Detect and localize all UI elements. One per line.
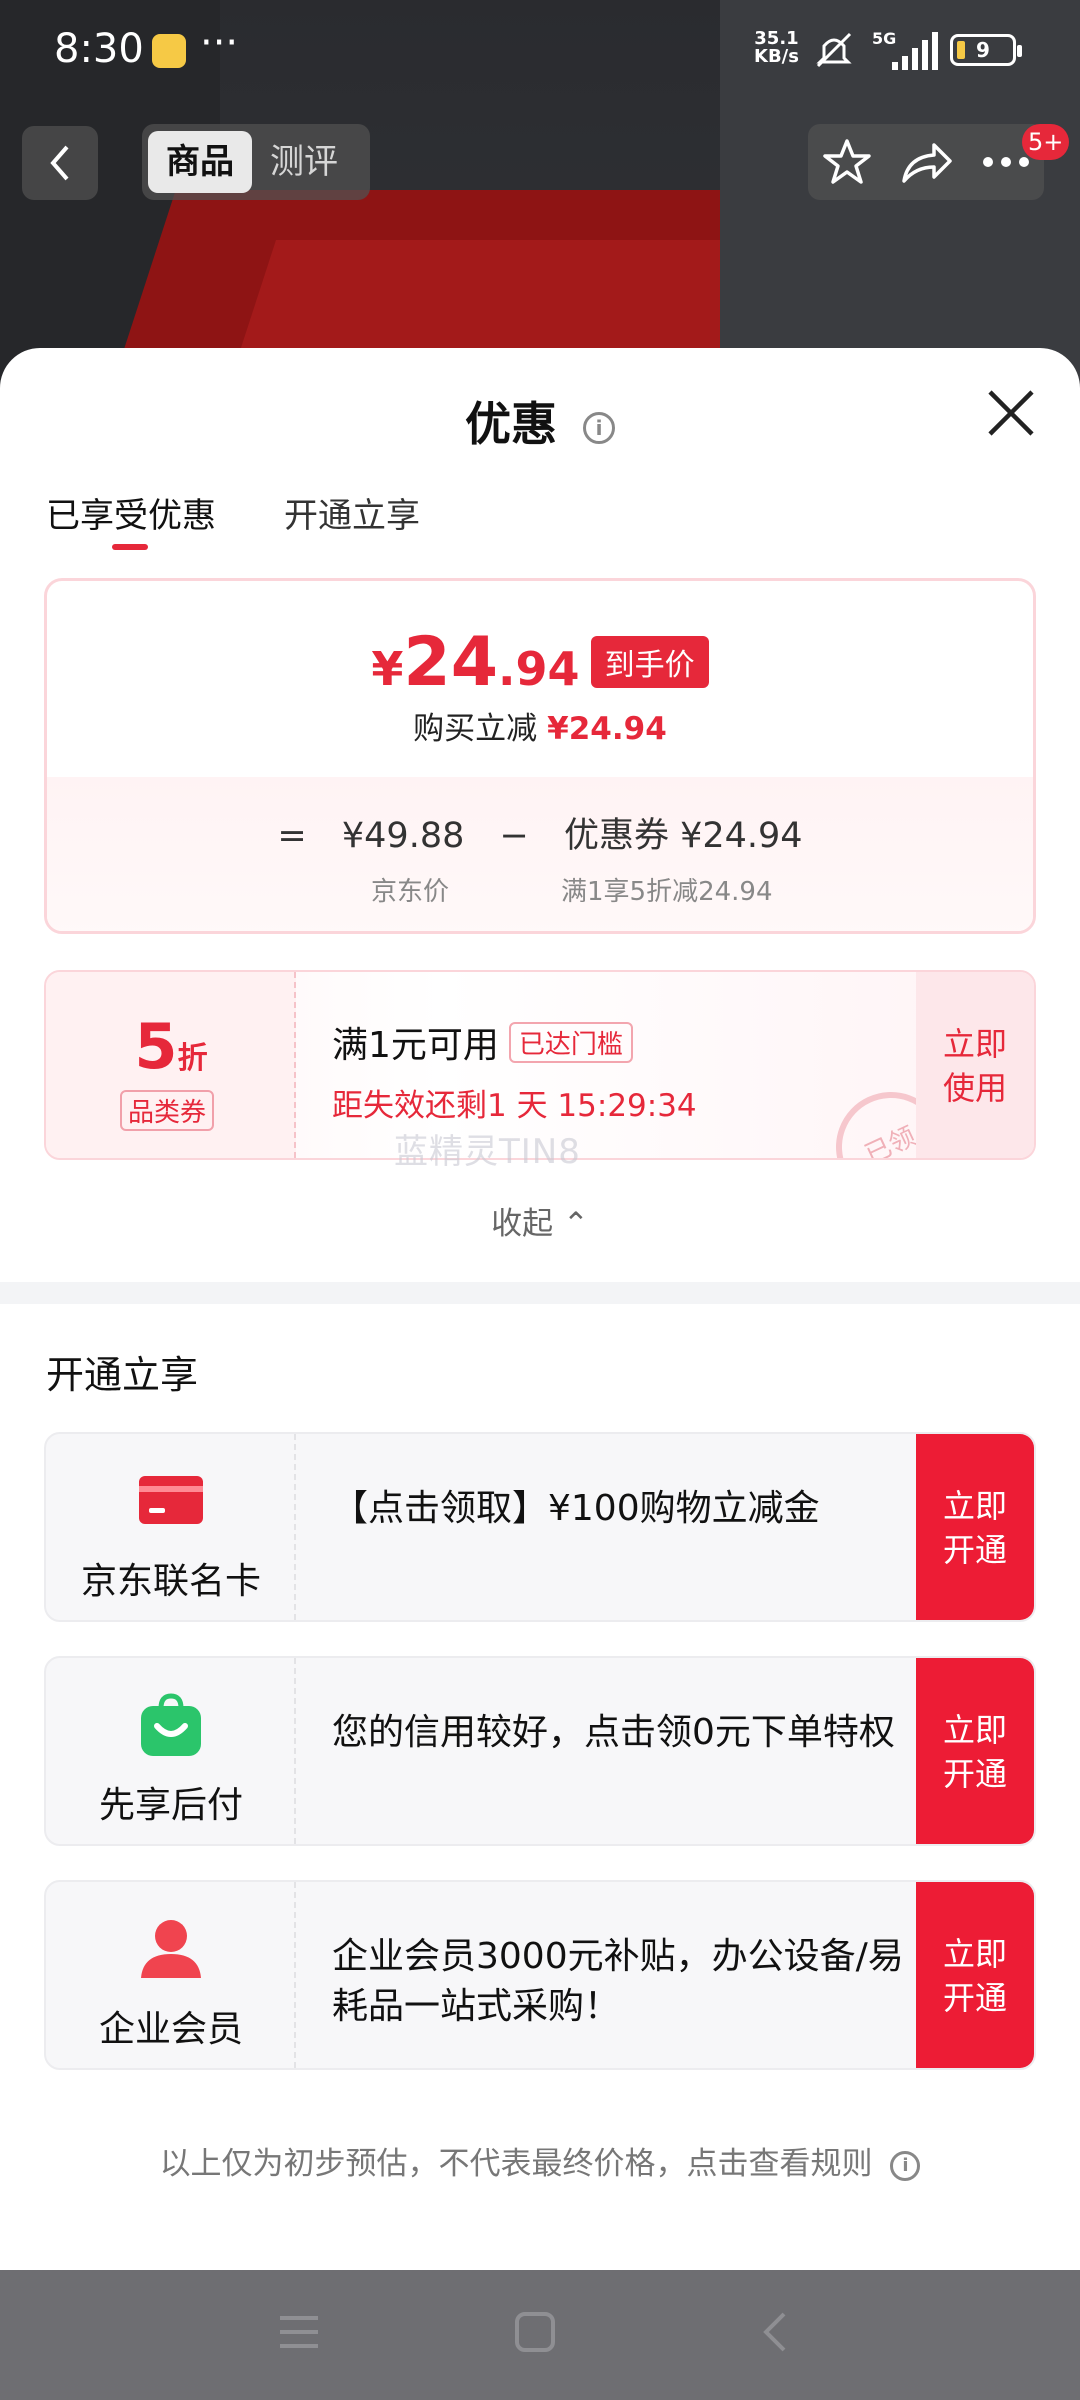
sheet-title-text: 优惠 — [464, 397, 557, 451]
chevron-left-icon — [50, 145, 69, 181]
user-icon — [141, 1920, 201, 1978]
offer-label: 企业会员 — [98, 2009, 243, 2050]
coupon-condition: 满1元可用 — [332, 1025, 499, 1066]
coupon-status-tag: 已达门槛 — [508, 1022, 633, 1063]
watermark: 蓝精灵TIN8 — [394, 1132, 581, 1172]
offer-left-panel: 先享后付 — [46, 1658, 296, 1844]
more-notifications-icon: ··· — [200, 20, 239, 66]
discount-tabs: 已享受优惠 开通立享 — [46, 488, 420, 550]
status-bar: 8:30 ··· 35.1 KB/s 5G 9 — [0, 0, 1080, 100]
price-breakdown-card: ¥24.94 到手价 购买立减 ¥24.94 = ¥49.88 − 优惠券 ¥24… — [44, 578, 1036, 934]
activate-button[interactable]: 立即 开通 — [916, 1658, 1034, 1844]
mute-icon — [816, 32, 852, 68]
sheet-title: 优惠 i — [0, 388, 1080, 454]
coupon-discount-value: 优惠券 ¥24.94 — [563, 816, 803, 856]
tab-product[interactable]: 商品 — [148, 131, 252, 193]
home-icon[interactable] — [512, 2310, 558, 2354]
signal-icon: 5G — [872, 29, 938, 70]
coupon-discount-panel: 5折 品类券 — [46, 972, 296, 1158]
final-price: ¥24.94 到手价 — [47, 623, 1033, 702]
instant-discount-value: ¥24.94 — [547, 711, 667, 747]
coupon-discount-unit: 折 — [177, 1041, 208, 1076]
coupon-details: 满1元可用 已达门槛 距失效还剩1 天 15:29:34 — [332, 1016, 697, 1125]
coupon-expiry-countdown: 距失效还剩1 天 15:29:34 — [332, 1088, 697, 1124]
menu-icon[interactable] — [276, 2310, 322, 2354]
final-price-tag: 到手价 — [590, 636, 709, 688]
offer-description: 企业会员3000元补贴，办公设备/易耗品一站式采购！ — [332, 1936, 904, 2027]
section-title: 开通立享 — [46, 1353, 199, 1397]
section-divider — [0, 1282, 1080, 1304]
collapse-button[interactable]: 收起 ⌃ — [0, 1198, 1080, 1243]
app-notification-icon — [152, 34, 186, 68]
top-actions — [808, 124, 1044, 200]
activate-button[interactable]: 立即 开通 — [916, 1882, 1034, 2068]
back-icon[interactable] — [752, 2310, 798, 2354]
share-icon[interactable] — [900, 139, 954, 185]
offer-left-panel: 京东联名卡 — [46, 1434, 296, 1620]
back-button[interactable] — [22, 126, 98, 200]
network-speed: 35.1 KB/s — [754, 30, 799, 66]
offer-row-enterprise[interactable]: 企业会员 企业会员3000元补贴，办公设备/易耗品一站式采购！ 立即 开通 — [44, 1880, 1036, 2070]
battery-icon: 9 — [950, 34, 1022, 66]
offer-description: 【点击领取】¥100购物立减金 — [332, 1488, 820, 1529]
disclaimer-text: 以上仅为初步预估，不代表最终价格，点击查看规则 — [159, 2146, 873, 2182]
offer-row-cobrand-card[interactable]: 京东联名卡 【点击领取】¥100购物立减金 立即 开通 — [44, 1432, 1036, 1622]
credit-card-icon — [139, 1476, 203, 1524]
info-icon: i — [890, 2150, 921, 2181]
final-price-currency: ¥ — [371, 642, 404, 696]
coupon-caption: 满1享5折减24.94 — [561, 877, 773, 907]
price-formula: = ¥49.88 − 优惠券 ¥24.94 — [47, 807, 1033, 858]
offer-description: 您的信用较好，点击领0元下单特权 — [332, 1712, 895, 1753]
coupon-category-badge: 品类券 — [120, 1090, 215, 1131]
coupon-discount: 5折 — [46, 1010, 296, 1083]
equals-sign: = — [277, 816, 307, 856]
battery-level: 9 — [976, 38, 990, 62]
estimate-disclaimer[interactable]: 以上仅为初步预估，不代表最终价格，点击查看规则 i — [0, 2138, 1080, 2183]
star-icon[interactable] — [821, 137, 873, 187]
info-icon[interactable]: i — [583, 411, 615, 444]
status-time: 8:30 — [54, 26, 144, 72]
network-speed-unit: KB/s — [754, 46, 799, 67]
tab-activate-to-enjoy[interactable]: 开通立享 — [284, 488, 420, 537]
offer-row-pay-later[interactable]: 先享后付 您的信用较好，点击领0元下单特权 立即 开通 — [44, 1656, 1036, 1846]
instant-discount: 购买立减 ¥24.94 — [47, 703, 1033, 748]
tab-enjoyed-discounts[interactable]: 已享受优惠 — [46, 488, 216, 550]
more-icon[interactable] — [981, 155, 1031, 169]
coupon-discount-number: 5 — [134, 1010, 178, 1083]
network-type: 5G — [872, 29, 896, 48]
activate-button[interactable]: 立即 开通 — [916, 1434, 1034, 1620]
system-nav-bar — [0, 2270, 1080, 2400]
use-coupon-button[interactable]: 立即 使用 — [916, 972, 1034, 1158]
offer-left-panel: 企业会员 — [46, 1882, 296, 2068]
minus-sign: − — [499, 816, 529, 856]
jd-price-caption: 京东价 — [371, 877, 450, 907]
shopping-bag-icon — [141, 1693, 201, 1756]
message-badge: 5+ — [1022, 124, 1070, 160]
final-price-integer: 24 — [403, 623, 499, 702]
final-price-decimal: .94 — [498, 642, 580, 696]
product-tabs: 商品 测评 — [142, 124, 370, 200]
offer-label: 先享后付 — [98, 1785, 243, 1826]
jd-price-value: ¥49.88 — [341, 816, 465, 856]
instant-discount-label: 购买立减 — [413, 711, 538, 747]
offer-label: 京东联名卡 — [80, 1561, 261, 1602]
tab-review[interactable]: 测评 — [252, 131, 356, 193]
discount-sheet: 优惠 i 已享受优惠 开通立享 ¥24.94 到手价 购买立减 ¥24.94 = … — [0, 348, 1080, 2270]
close-icon[interactable] — [982, 384, 1040, 442]
